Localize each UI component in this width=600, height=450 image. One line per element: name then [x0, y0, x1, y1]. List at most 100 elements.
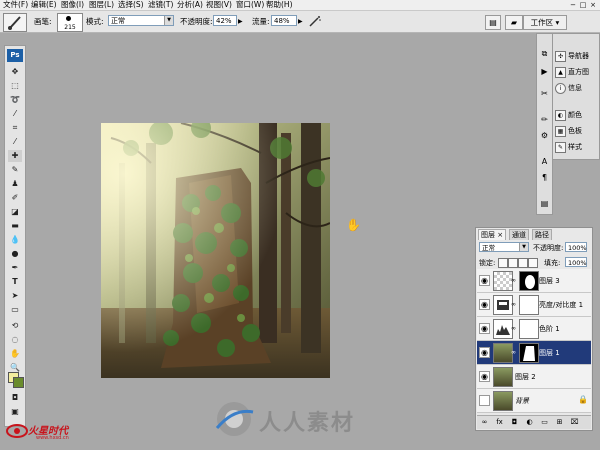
background-color-swatch[interactable] [13, 377, 24, 388]
link-layers-icon[interactable]: ∞ [479, 417, 490, 428]
quick-mask-icon[interactable]: ◘ [8, 392, 22, 404]
layer-row[interactable]: ◉ ∞ 色阶 1 [477, 317, 591, 341]
layer-mask-thumbnail[interactable] [519, 271, 539, 291]
move-tool-icon[interactable]: ✥ [8, 66, 22, 78]
brushes-icon[interactable]: ✏ [539, 114, 550, 125]
lasso-tool-icon[interactable]: ➰ [8, 94, 22, 106]
layer-mask-thumbnail[interactable] [519, 319, 539, 339]
menu-help[interactable]: 帮助(H) [266, 0, 293, 10]
menu-window[interactable]: 窗口(W) [236, 0, 264, 10]
bridge-icon[interactable]: ▰ [505, 15, 523, 30]
quick-select-tool-icon[interactable]: ⁄ [8, 108, 22, 120]
character-icon[interactable]: A [539, 156, 550, 167]
fill-input[interactable]: 100% [565, 257, 587, 267]
fx-icon[interactable]: fx [494, 417, 505, 428]
screen-mode-icon[interactable]: ▣ [8, 406, 22, 418]
new-layer-icon[interactable]: ⊞ [554, 417, 565, 428]
layer-mask-thumbnail[interactable] [519, 295, 539, 315]
layer-row-selected[interactable]: ◉ ∞ 图层 1 [477, 341, 591, 365]
menu-edit[interactable]: 编辑(E) [31, 0, 57, 10]
menu-view[interactable]: 视图(V) [206, 0, 232, 10]
eye-icon[interactable]: ◉ [479, 275, 490, 286]
blur-tool-icon[interactable]: 💧 [8, 234, 22, 246]
chain-link-icon[interactable]: ∞ [511, 277, 516, 284]
navigator-panel-tab[interactable]: ✣ 导航器 [555, 50, 599, 62]
info-panel-tab[interactable]: i 信息 [555, 82, 599, 94]
workspace-button[interactable]: 工作区 ▾ [523, 15, 567, 30]
marquee-tool-icon[interactable]: ⬚ [8, 80, 22, 92]
eye-icon[interactable]: ◉ [479, 299, 490, 310]
shape-tool-icon[interactable]: ▭ [8, 304, 22, 316]
lock-image-icon[interactable] [508, 258, 518, 268]
palette-well-icon[interactable]: ▤ [485, 15, 501, 30]
minimize-button[interactable]: − [568, 1, 578, 10]
layer-row[interactable]: 背景 🔒 [477, 389, 591, 413]
new-group-icon[interactable]: ▭ [539, 417, 550, 428]
type-tool-icon[interactable]: T [8, 276, 22, 288]
history-icon[interactable]: ⧉ [539, 48, 550, 59]
lock-all-icon[interactable] [528, 258, 538, 268]
restore-button[interactable]: □ [578, 1, 588, 10]
chain-link-icon[interactable]: ∞ [511, 301, 516, 308]
menu-select[interactable]: 选择(S) [118, 0, 144, 10]
add-mask-icon[interactable]: ◘ [509, 417, 520, 428]
chain-link-icon[interactable]: ∞ [511, 325, 516, 332]
document-canvas[interactable] [101, 123, 330, 378]
lock-transparent-icon[interactable] [498, 258, 508, 268]
eraser-tool-icon[interactable]: ◪ [8, 206, 22, 218]
layer-opacity-input[interactable]: 100% [565, 242, 587, 252]
menu-analysis[interactable]: 分析(A) [177, 0, 203, 10]
history-brush-tool-icon[interactable]: ✐ [8, 192, 22, 204]
menu-layer[interactable]: 图层(L) [89, 0, 114, 10]
menu-filter[interactable]: 滤镜(T) [148, 0, 173, 10]
clone-stamp-tool-icon[interactable]: ♟ [8, 178, 22, 190]
histogram-panel-tab[interactable]: ▲ 直方图 [555, 66, 599, 78]
flow-slider-arrow-icon[interactable]: ▶ [298, 18, 303, 25]
eye-icon[interactable]: ◉ [479, 347, 490, 358]
eyedropper-tool-icon[interactable]: ⁄ [8, 136, 22, 148]
tab-paths[interactable]: 路径 [532, 229, 552, 240]
adjustment-layer-icon[interactable]: ◐ [524, 417, 535, 428]
layer-row[interactable]: ◉ 图层 2 [477, 365, 591, 389]
dodge-tool-icon[interactable]: ● [8, 248, 22, 260]
lock-position-icon[interactable] [518, 258, 528, 268]
3d-orbit-tool-icon[interactable]: ◌ [8, 334, 22, 346]
actions-icon[interactable]: ▶ [539, 66, 550, 77]
pen-tool-icon[interactable]: ✒ [8, 262, 22, 274]
path-select-tool-icon[interactable]: ➤ [8, 290, 22, 302]
layer-row[interactable]: ◉ ∞ 图层 3 [477, 269, 591, 293]
opacity-input[interactable]: 42% [213, 15, 237, 26]
styles-panel-tab[interactable]: ✎ 样式 [555, 141, 599, 153]
color-panel-tab[interactable]: ◐ 颜色 [555, 109, 599, 121]
clone-source-icon[interactable]: ⚙ [539, 130, 550, 141]
mode-select[interactable]: 正常 ▼ [108, 15, 174, 26]
chain-link-icon[interactable]: ∞ [511, 349, 516, 356]
close-button[interactable]: × [588, 1, 598, 10]
menu-image[interactable]: 图像(I) [61, 0, 84, 10]
eye-icon[interactable]: ◉ [479, 323, 490, 334]
crop-tool-icon[interactable]: ⌗ [8, 122, 22, 134]
hand-tool-icon[interactable]: ✋ [8, 348, 22, 360]
3d-rotate-tool-icon[interactable]: ⟲ [8, 320, 22, 332]
brush-tool-icon[interactable]: ✎ [8, 164, 22, 176]
tab-layers[interactable]: 图层 × [478, 229, 507, 240]
opacity-slider-arrow-icon[interactable]: ▶ [238, 18, 243, 25]
brush-preset-picker[interactable]: 215 [57, 13, 83, 32]
eye-hidden-icon[interactable] [479, 395, 490, 406]
gradient-tool-icon[interactable]: ▬ [8, 220, 22, 232]
trash-icon[interactable]: ⌧ [569, 417, 580, 428]
flow-input[interactable]: 48% [271, 15, 297, 26]
menu-file[interactable]: 文件(F) [3, 0, 28, 10]
paragraph-icon[interactable]: ¶ [539, 172, 550, 183]
layer-comps-icon[interactable]: ▤ [539, 198, 550, 209]
layer-row[interactable]: ◉ ∞ 亮度/对比度 1 [477, 293, 591, 317]
tool-presets-icon[interactable]: ✂ [539, 88, 550, 99]
tool-preset-picker[interactable] [3, 13, 27, 32]
eye-icon[interactable]: ◉ [479, 371, 490, 382]
tab-channels[interactable]: 通道 [509, 229, 529, 240]
swatches-panel-tab[interactable]: ▦ 色板 [555, 125, 599, 137]
layer-mask-thumbnail[interactable] [519, 343, 539, 363]
blend-mode-select[interactable]: 正常 ▼ [479, 242, 529, 252]
healing-tool-icon[interactable]: ✚ [8, 150, 22, 162]
airbrush-icon[interactable] [308, 15, 322, 28]
